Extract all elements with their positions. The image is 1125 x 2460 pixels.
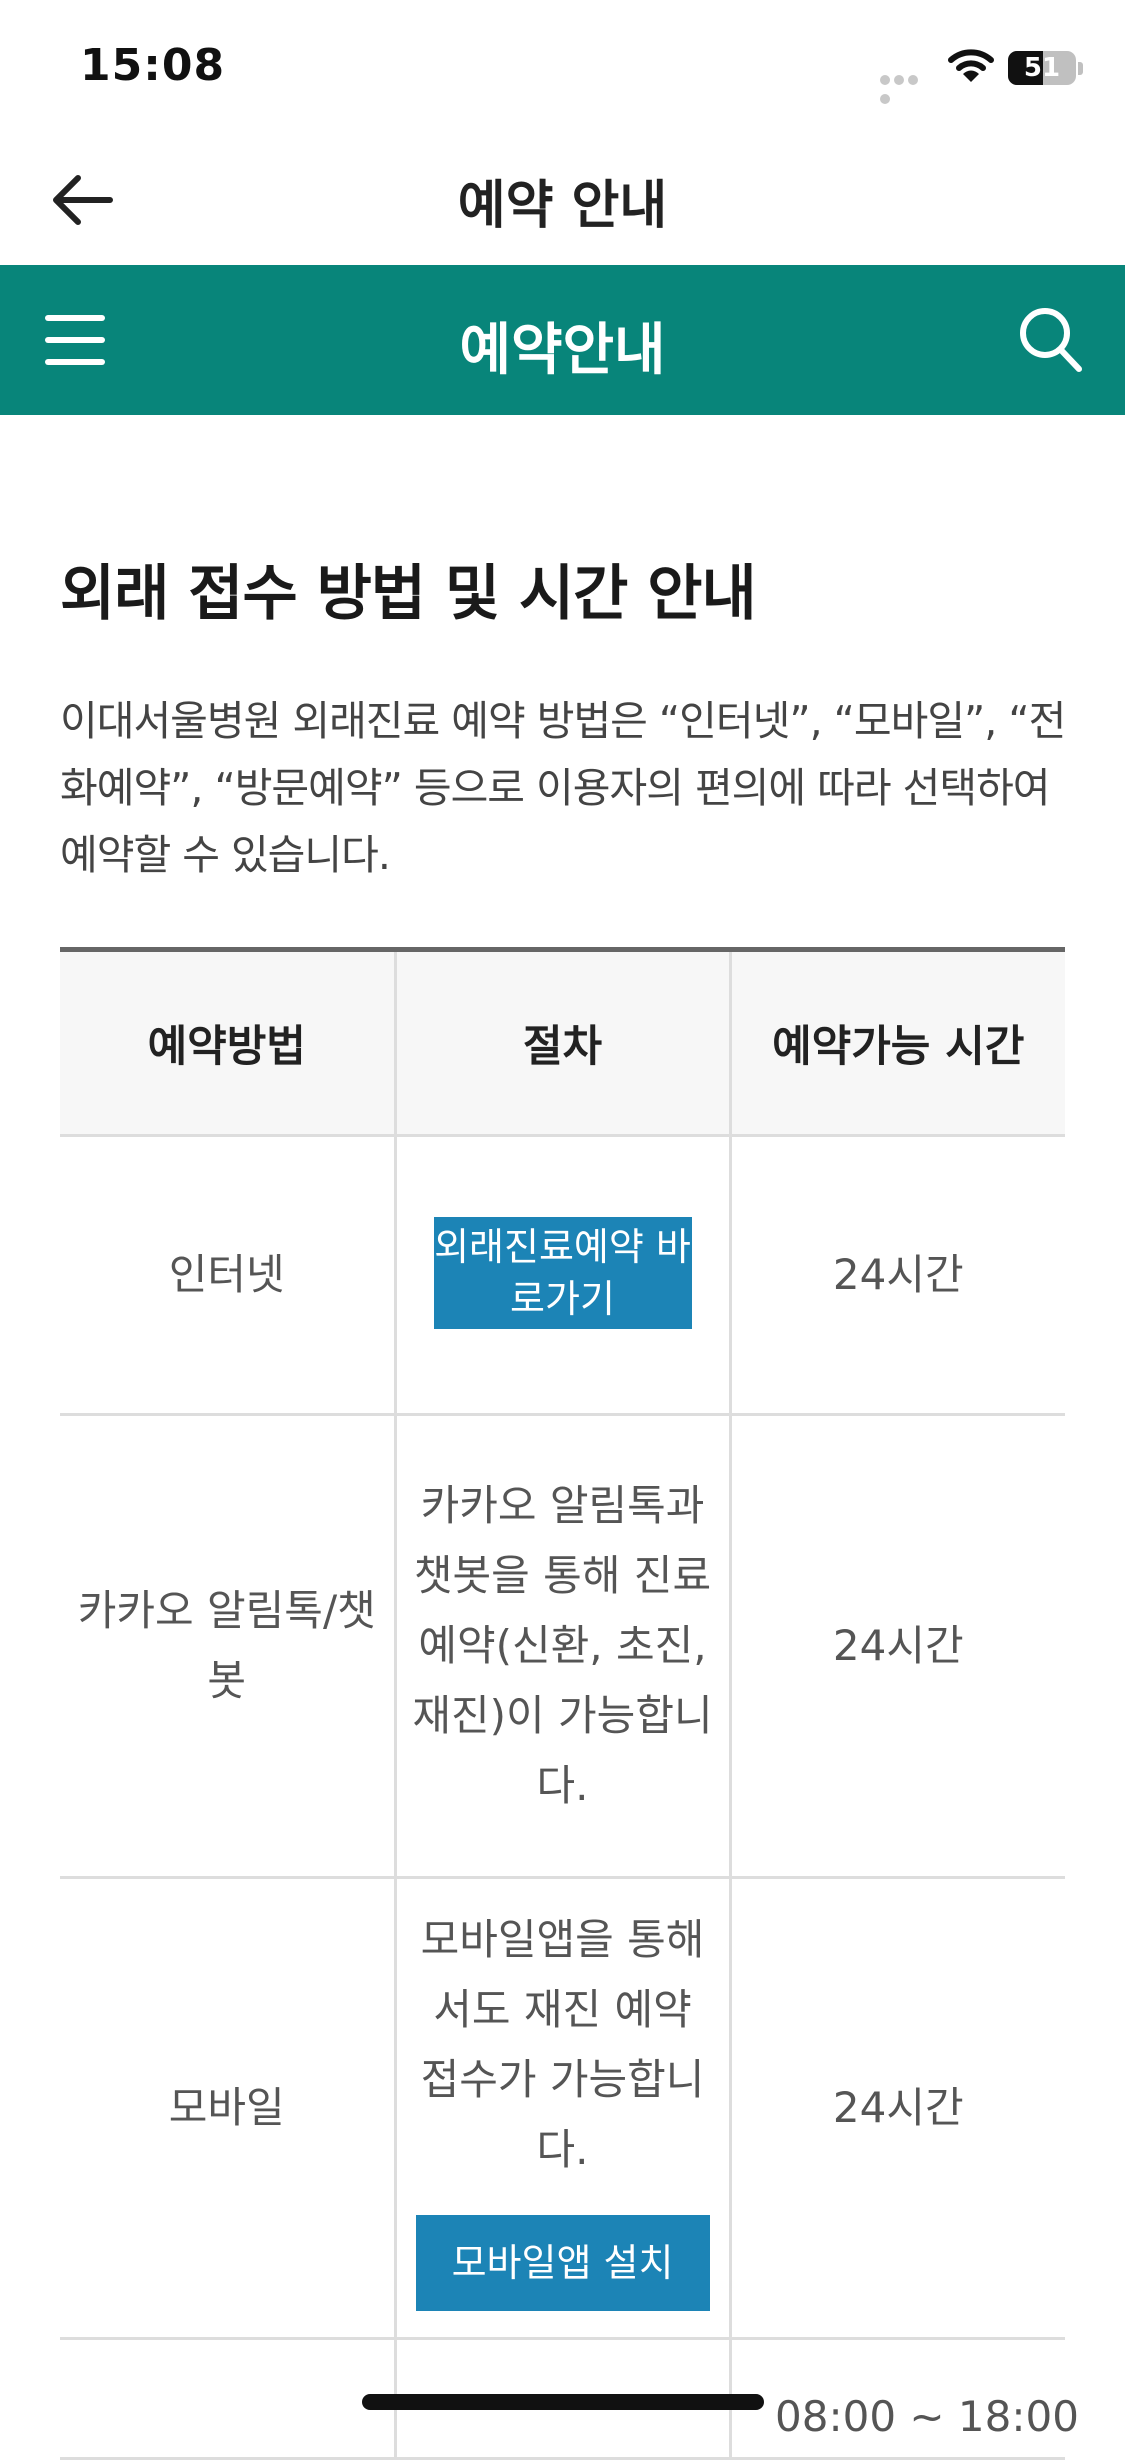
header-method: 예약방법 [60,948,397,1137]
table-row: 모바일 모바일앱을 통해서도 재진 예약 접수가 가능합니다. 모바일앱 설치 … [60,1876,1065,2340]
table-row: 인터넷 외래진료예약 바로가기 24시간 [60,1134,1065,1416]
row-procedure: 모바일앱을 통해서도 재진 예약 접수가 가능합니다. 모바일앱 설치 [393,1876,732,2340]
battery-level: 51 [1023,53,1061,83]
row-time: 24시간 [728,1876,1065,2340]
header-procedure: 절차 [393,948,732,1137]
row-method [60,2337,397,2460]
home-indicator [362,2394,764,2410]
search-icon[interactable] [1015,303,1085,375]
row-time: 24시간 [728,1134,1065,1416]
cellular-signal-icon [880,70,934,104]
wifi-icon [948,49,994,82]
install-mobile-app-button[interactable]: 모바일앱 설치 [415,2215,710,2311]
section-title: 외래 접수 방법 및 시간 안내 [60,559,757,629]
table-header-row: 예약방법 절차 예약가능 시간 [60,948,1065,1137]
status-time: 15:08 [80,40,226,91]
row-method: 모바일 [60,1876,397,2340]
page-title: 예약 안내 [457,176,668,236]
outpatient-reservation-button[interactable]: 외래진료예약 바로가기 [433,1217,692,1329]
header-title: 예약안내 [459,318,666,383]
site-header: 예약안내 [0,265,1125,415]
title-bar: 예약 안내 [0,135,1125,265]
battery-icon: 51 [1008,51,1076,85]
row-time: 24시간 [728,1413,1065,1879]
status-bar: 15:08 51 [0,0,1125,135]
partial-time-text: 08:00 ~ 18:00 [775,2392,1079,2441]
battery-nub [1078,62,1083,75]
header-time: 예약가능 시간 [728,948,1065,1137]
row-method: 카카오 알림톡/챗봇 [60,1413,397,1879]
row-procedure: 외래진료예약 바로가기 [393,1134,732,1416]
reservation-table: 예약방법 절차 예약가능 시간 인터넷 외래진료예약 바로가기 24시간 카카오… [60,947,1065,2460]
row-method: 인터넷 [60,1134,397,1416]
row-procedure: 카카오 알림톡과 챗봇을 통해 진료예약(신환, 초진, 재진)이 가능합니다. [393,1413,732,1879]
intro-paragraph: 이대서울병원 외래진료 예약 방법은 “인터넷”, “모바일”, “전화예약”,… [60,697,1066,879]
table-row: 카카오 알림톡/챗봇 카카오 알림톡과 챗봇을 통해 진료예약(신환, 초진, … [60,1413,1065,1879]
